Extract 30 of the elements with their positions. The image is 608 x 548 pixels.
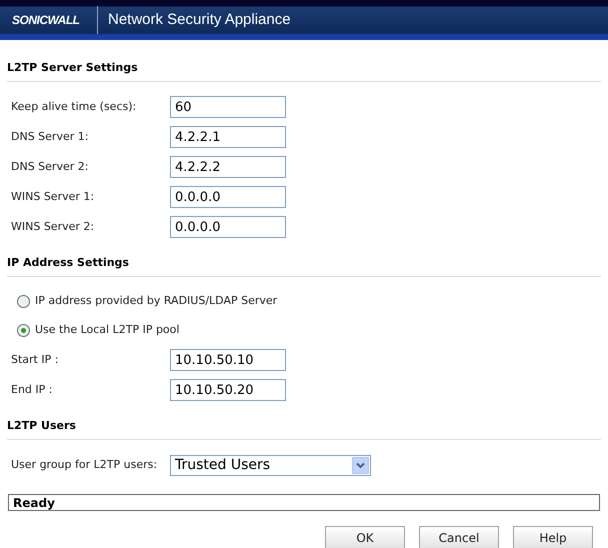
radio-button[interactable] xyxy=(17,295,30,308)
input-field[interactable]: 10.10.50.10 xyxy=(170,349,286,371)
input-field[interactable]: 4.2.2.1 xyxy=(170,126,286,148)
logo: SONICWALL xyxy=(12,12,80,29)
section-heading: L2TP Users xyxy=(7,419,76,432)
radio-label: IP address provided by RADIUS/LDAP Server xyxy=(35,293,278,310)
dialog-button[interactable]: OK xyxy=(325,526,405,548)
dialog-button[interactable]: Cancel xyxy=(419,526,499,548)
input-field[interactable]: 4.2.2.2 xyxy=(170,156,286,178)
input-field[interactable]: 60 xyxy=(170,96,286,118)
field-label: Start IP : xyxy=(11,352,60,368)
input-field[interactable]: 10.10.50.20 xyxy=(170,379,286,401)
dropdown[interactable]: Trusted Users xyxy=(170,454,371,476)
field-label: Keep alive time (secs): xyxy=(11,98,138,115)
section-heading: IP Address Settings xyxy=(7,256,129,269)
field-label: End IP : xyxy=(11,382,54,398)
input-field[interactable]: 0.0.0.0 xyxy=(170,186,286,208)
chevron-down-icon xyxy=(352,456,369,474)
field-label: User group for L2TP users: xyxy=(11,456,158,473)
status-bar: Ready xyxy=(8,494,600,511)
dialog-button[interactable]: Help xyxy=(513,526,593,548)
app-title: Network Security Appliance xyxy=(108,10,291,30)
radio-button[interactable] xyxy=(17,324,30,337)
field-label: DNS Server 1: xyxy=(11,128,90,145)
field-label: WINS Server 1: xyxy=(11,188,96,205)
field-label: WINS Server 2: xyxy=(11,218,96,235)
radio-label: Use the Local L2TP IP pool xyxy=(35,322,180,338)
input-field[interactable]: 0.0.0.0 xyxy=(170,216,286,238)
field-label: DNS Server 2: xyxy=(11,158,90,175)
section-heading: L2TP Server Settings xyxy=(7,61,138,74)
